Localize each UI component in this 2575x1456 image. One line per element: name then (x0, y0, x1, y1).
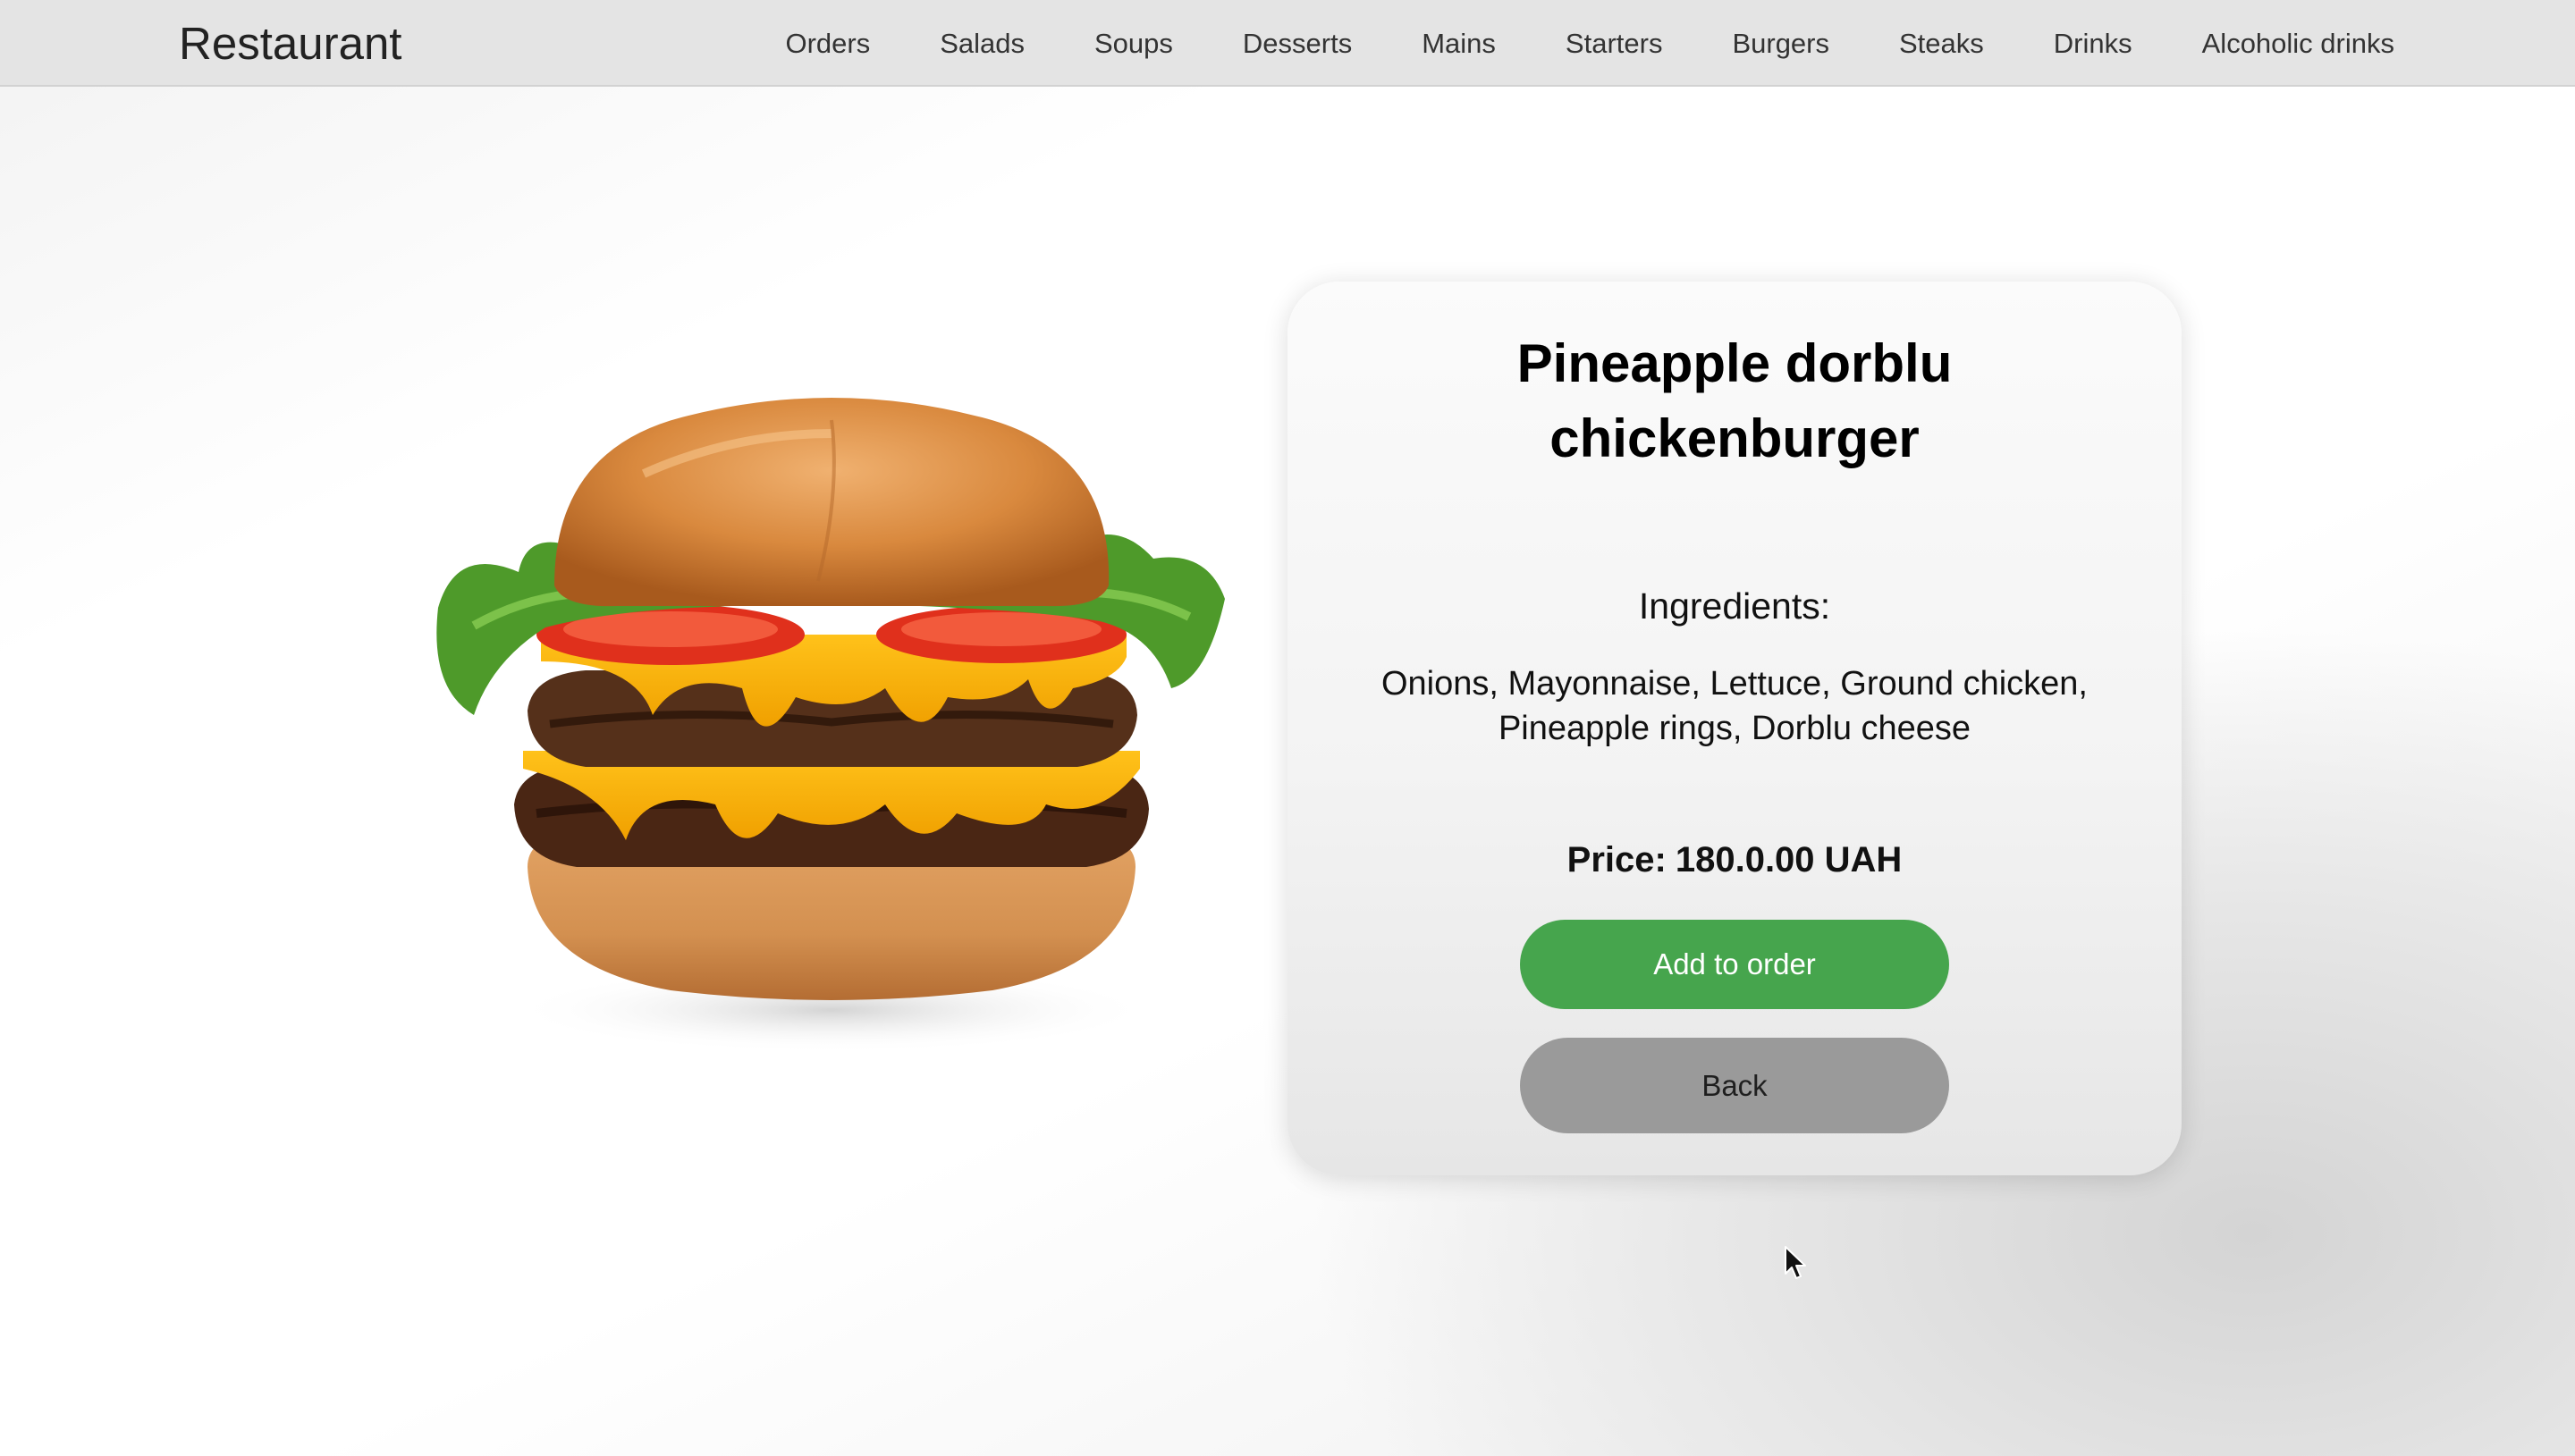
nav-link-alcoholic-drinks[interactable]: Alcoholic drinks (2202, 28, 2394, 60)
nav-link-desserts[interactable]: Desserts (1243, 28, 1352, 60)
ingredients-heading: Ingredients: (1638, 585, 1831, 627)
burger-icon (436, 398, 1225, 1053)
nav-link-orders[interactable]: Orders (785, 28, 870, 60)
ingredients-list: Onions, Mayonnaise, Lettuce, Ground chic… (1380, 665, 2088, 747)
mouse-cursor-icon (1785, 1246, 1806, 1279)
nav-link-soups[interactable]: Soups (1094, 28, 1173, 60)
product-card: Pineapple dorblu chickenburger Ingredien… (1288, 282, 2182, 1175)
price-label: Price: (1566, 840, 1667, 879)
add-to-order-button[interactable]: Add to order (1520, 920, 1949, 1009)
nav-link-burgers[interactable]: Burgers (1732, 28, 1829, 60)
nav-menu: Orders Salads Soups Desserts Mains Start… (785, 0, 2394, 87)
nav-link-starters[interactable]: Starters (1566, 28, 1663, 60)
product-image (420, 393, 1243, 1108)
price-line: Price: 180.0.00 UAH (1288, 840, 2182, 880)
price-value: 180.0.00 UAH (1675, 840, 1903, 879)
nav-link-drinks[interactable]: Drinks (2054, 28, 2132, 60)
nav-link-mains[interactable]: Mains (1422, 28, 1496, 60)
brand-logo-link[interactable]: Restaurant (179, 0, 401, 87)
top-navbar: Restaurant Orders Salads Soups Desserts … (0, 0, 2575, 87)
product-title: Pineapple dorblu chickenburger (1516, 333, 1953, 468)
back-button[interactable]: Back (1520, 1038, 1949, 1133)
nav-link-salads[interactable]: Salads (940, 28, 1025, 60)
nav-link-steaks[interactable]: Steaks (1899, 28, 1984, 60)
